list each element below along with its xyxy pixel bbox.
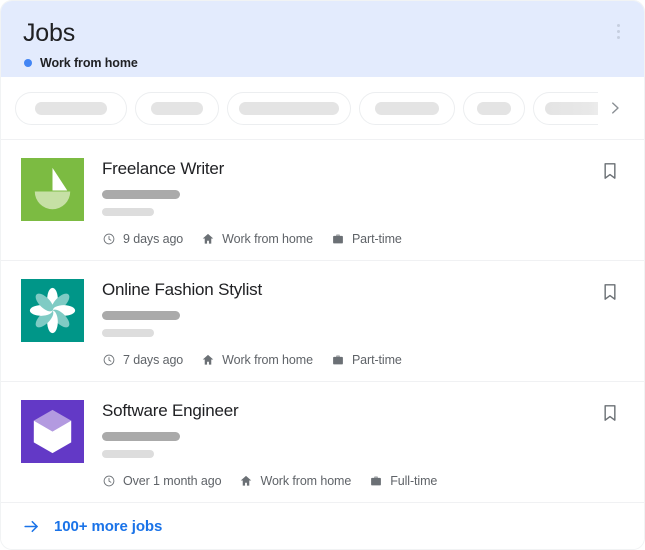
briefcase-icon: [369, 474, 383, 488]
more-dot: [616, 23, 620, 27]
job-meta-row: Over 1 month ago Work from home Full-time: [102, 474, 598, 488]
job-posted-date: 7 days ago: [102, 353, 183, 367]
more-jobs-label: 100+ more jobs: [54, 518, 163, 535]
filter-chip-2[interactable]: [135, 91, 219, 125]
job-location-label: Work from home: [260, 474, 352, 488]
briefcase-icon: [331, 353, 345, 367]
job-company-placeholder: [102, 190, 180, 199]
job-location: Work from home: [201, 353, 313, 367]
job-source-placeholder: [102, 207, 154, 216]
filter-chip-3[interactable]: [227, 91, 351, 125]
job-source-placeholder: [102, 449, 154, 458]
job-posted-date-label: Over 1 month ago: [123, 474, 222, 488]
filter-chip-placeholder: [35, 101, 107, 115]
filter-chip-placeholder: [239, 101, 339, 115]
job-employment-type: Part-time: [331, 353, 402, 367]
job-meta-row: 7 days ago Work from home Part-time: [102, 353, 598, 367]
job-details: Online Fashion Stylist 7 days ago Work fro…: [102, 277, 598, 367]
clock-icon: [102, 353, 116, 367]
clock-icon: [102, 474, 116, 488]
job-employment-type-label: Part-time: [351, 232, 402, 246]
job-meta-row: 9 days ago Work from home Part-time: [102, 232, 598, 246]
home-icon: [201, 232, 215, 246]
filter-chip-placeholder: [375, 101, 439, 115]
job-location: Work from home: [201, 232, 313, 246]
cube-logo: [21, 400, 84, 463]
flower-logo: [21, 279, 84, 342]
job-employment-type-label: Full-time: [390, 474, 438, 488]
job-company-placeholder: [102, 432, 180, 441]
job-title: Online Fashion Stylist: [102, 280, 263, 299]
filter-chips-scroller[interactable]: [15, 91, 598, 125]
filter-chip-placeholder: [151, 101, 203, 115]
filter-chip-placeholder: [477, 101, 511, 115]
briefcase-icon: [331, 232, 345, 246]
job-posted-date-label: 7 days ago: [123, 353, 184, 367]
job-title: Software Engineer: [102, 401, 239, 420]
filter-chip-placeholder: [545, 101, 598, 115]
jobs-card: Jobs Work from home Freelance Writer 9 da…: [0, 0, 645, 550]
job-source-placeholder: [102, 328, 154, 337]
job-posted-date-label: 9 days ago: [123, 232, 184, 246]
more-jobs-button[interactable]: 100+ more jobs: [1, 503, 644, 549]
job-title: Freelance Writer: [102, 159, 225, 178]
job-location-label: Work from home: [222, 232, 313, 246]
bookmark-icon[interactable]: [598, 281, 622, 307]
job-list-item[interactable]: Online Fashion Stylist 7 days ago Work fro…: [1, 261, 644, 382]
job-list-item[interactable]: Software Engineer Over 1 month ago Work fr…: [1, 382, 644, 503]
bookmark-icon[interactable]: [598, 402, 622, 428]
job-posted-date: Over 1 month ago: [102, 474, 222, 488]
job-employment-type: Part-time: [331, 232, 402, 246]
job-list: Freelance Writer 9 days ago Work from home…: [1, 140, 644, 503]
job-employment-type: Full-time: [369, 474, 437, 488]
page-title: Jobs: [23, 19, 76, 47]
job-details: Freelance Writer 9 days ago Work from home…: [102, 156, 598, 246]
job-location-label: Work from home: [222, 353, 313, 367]
jobs-header: Jobs Work from home: [1, 1, 644, 77]
job-employment-type-label: Part-time: [351, 353, 402, 367]
job-list-item[interactable]: Freelance Writer 9 days ago Work from home…: [1, 140, 644, 261]
status-dot-icon: [24, 59, 32, 67]
job-details: Software Engineer Over 1 month ago Work fr…: [102, 398, 598, 488]
filter-chip-6[interactable]: [533, 91, 598, 125]
filter-chip-5[interactable]: [463, 91, 525, 125]
more-dot: [616, 29, 620, 33]
more-vert-icon[interactable]: [608, 19, 628, 43]
chevron-right-icon[interactable]: [600, 93, 630, 123]
filter-chip-4[interactable]: [359, 91, 455, 125]
header-subtitle-row: Work from home: [24, 56, 624, 70]
job-posted-date: 9 days ago: [102, 232, 183, 246]
filter-chip-1[interactable]: [15, 91, 127, 125]
home-icon: [201, 353, 215, 367]
filter-chips-row: [1, 77, 644, 140]
bookmark-icon[interactable]: [598, 160, 622, 186]
job-location: Work from home: [239, 474, 351, 488]
arrow-right-icon: [21, 517, 41, 537]
home-icon: [239, 474, 253, 488]
more-dot: [616, 35, 620, 39]
clock-icon: [102, 232, 116, 246]
sailboat-logo: [21, 158, 84, 221]
header-subtitle: Work from home: [40, 56, 138, 70]
job-company-placeholder: [102, 311, 180, 320]
